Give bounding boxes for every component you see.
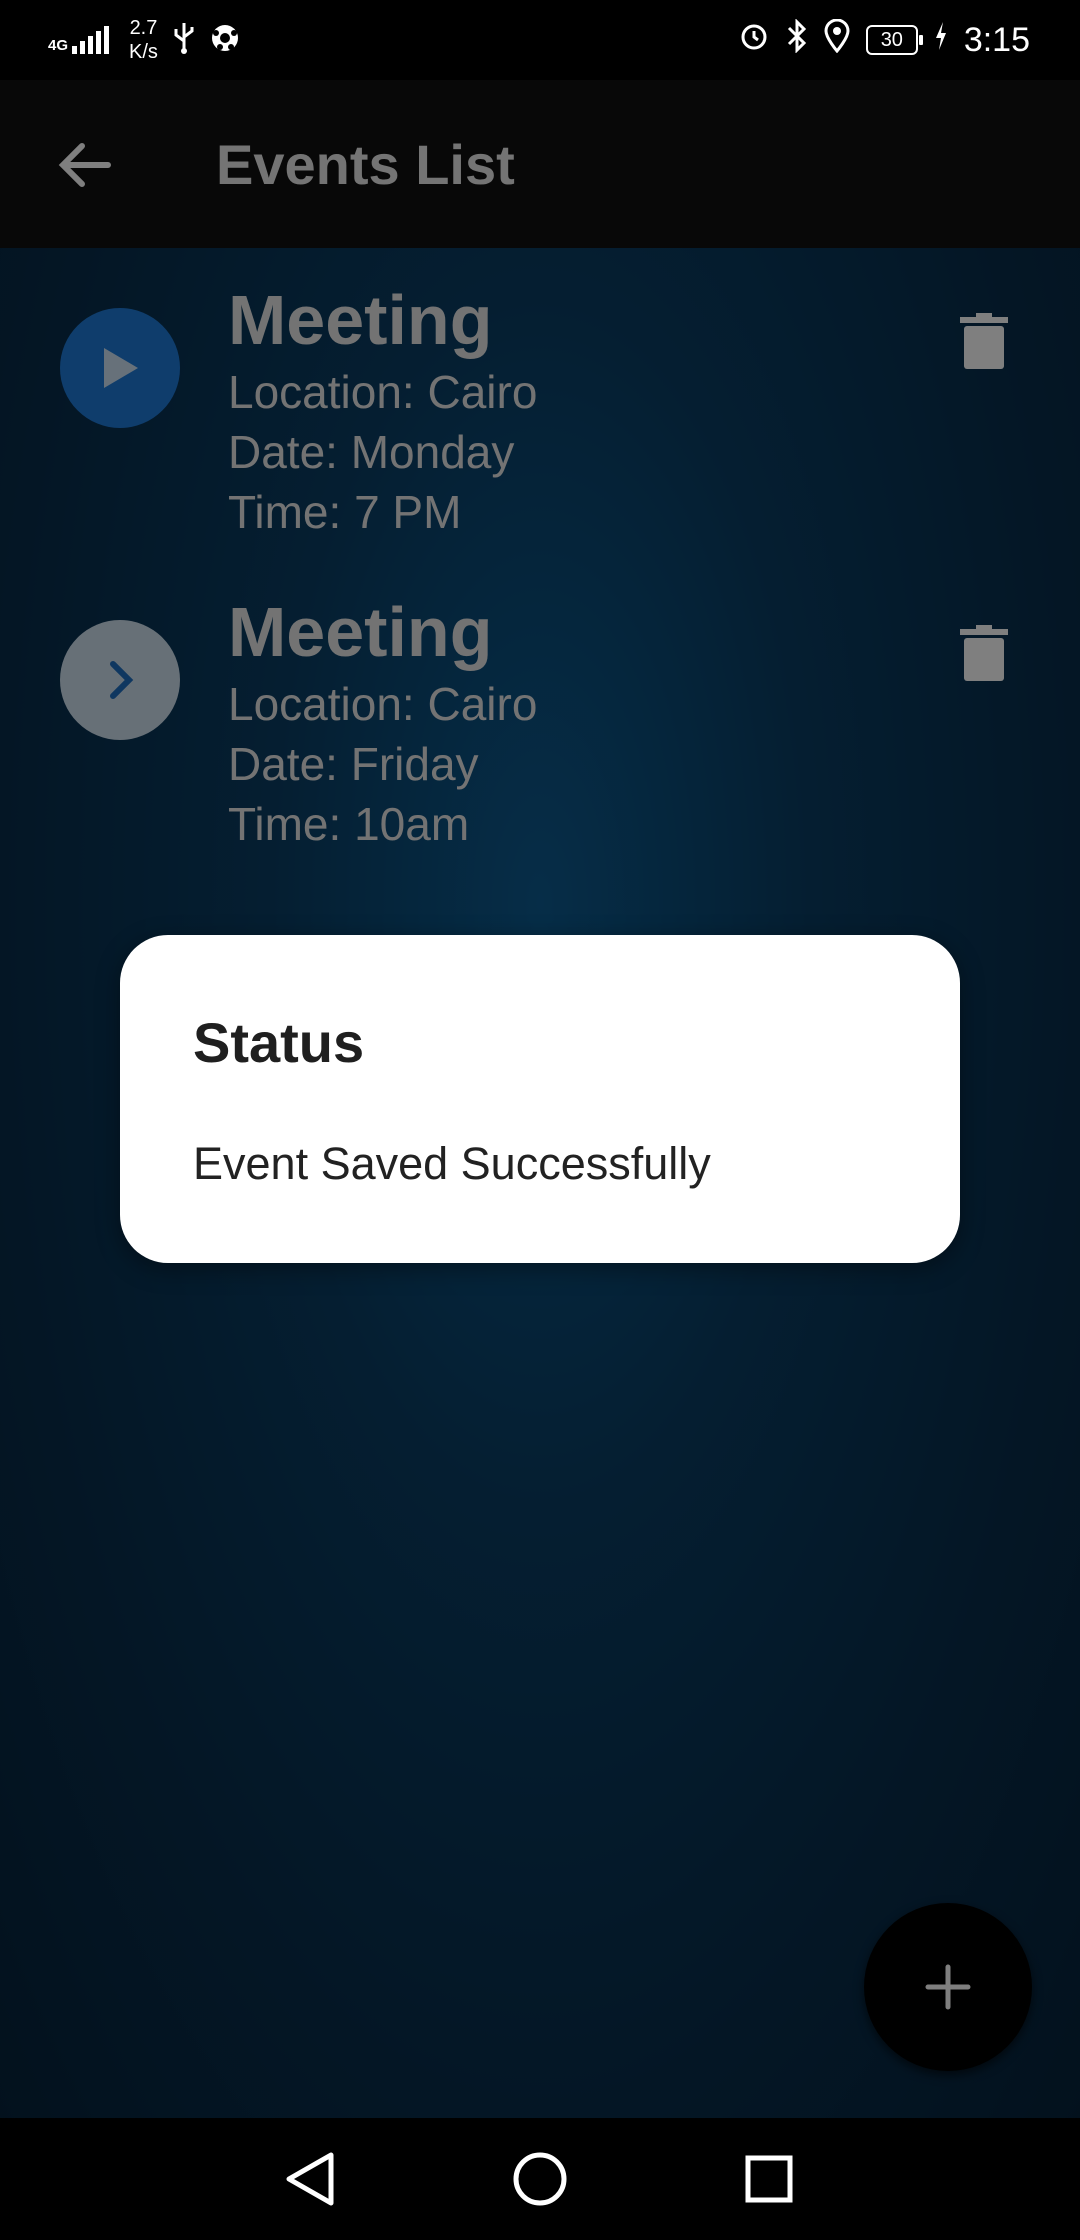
location-icon: [824, 18, 850, 62]
status-right: 30 3:15: [738, 16, 1030, 64]
dialog-title: Status: [193, 1011, 365, 1074]
status-dialog: Status Event Saved Successfully: [120, 935, 960, 1263]
charging-icon: [934, 21, 948, 60]
network-type: 4G: [48, 37, 69, 54]
screen: 4G 2.7 K/s 30 3:15 Status Event Saved Su…: [0, 0, 1080, 2240]
nav-recents-button[interactable]: [734, 2144, 804, 2214]
back-triangle-icon: [286, 2152, 334, 2206]
navigation-bar: [0, 2118, 1080, 2240]
battery-icon: 30: [865, 25, 923, 55]
status-left: 4G 2.7 K/s: [48, 12, 240, 68]
alarm-icon: [738, 20, 770, 61]
home-circle-icon: [513, 2152, 567, 2206]
clock-time: 3:15: [963, 20, 1030, 59]
bluetooth-icon: [786, 17, 808, 62]
usb-icon: [172, 21, 196, 60]
network-speed: 2.7 K/s: [129, 16, 158, 64]
recents-square-icon: [745, 2155, 793, 2203]
signal-icon: 4G: [48, 26, 110, 54]
dialog-message: Event Saved Successfully: [193, 1138, 711, 1189]
ball-icon: [210, 23, 240, 58]
status-bar: 4G 2.7 K/s 30 3:15: [0, 0, 1080, 80]
nav-home-button[interactable]: [505, 2144, 575, 2214]
speed-value: 2.7: [129, 17, 158, 39]
nav-back-button[interactable]: [275, 2144, 345, 2214]
speed-unit: K/s: [129, 41, 158, 63]
